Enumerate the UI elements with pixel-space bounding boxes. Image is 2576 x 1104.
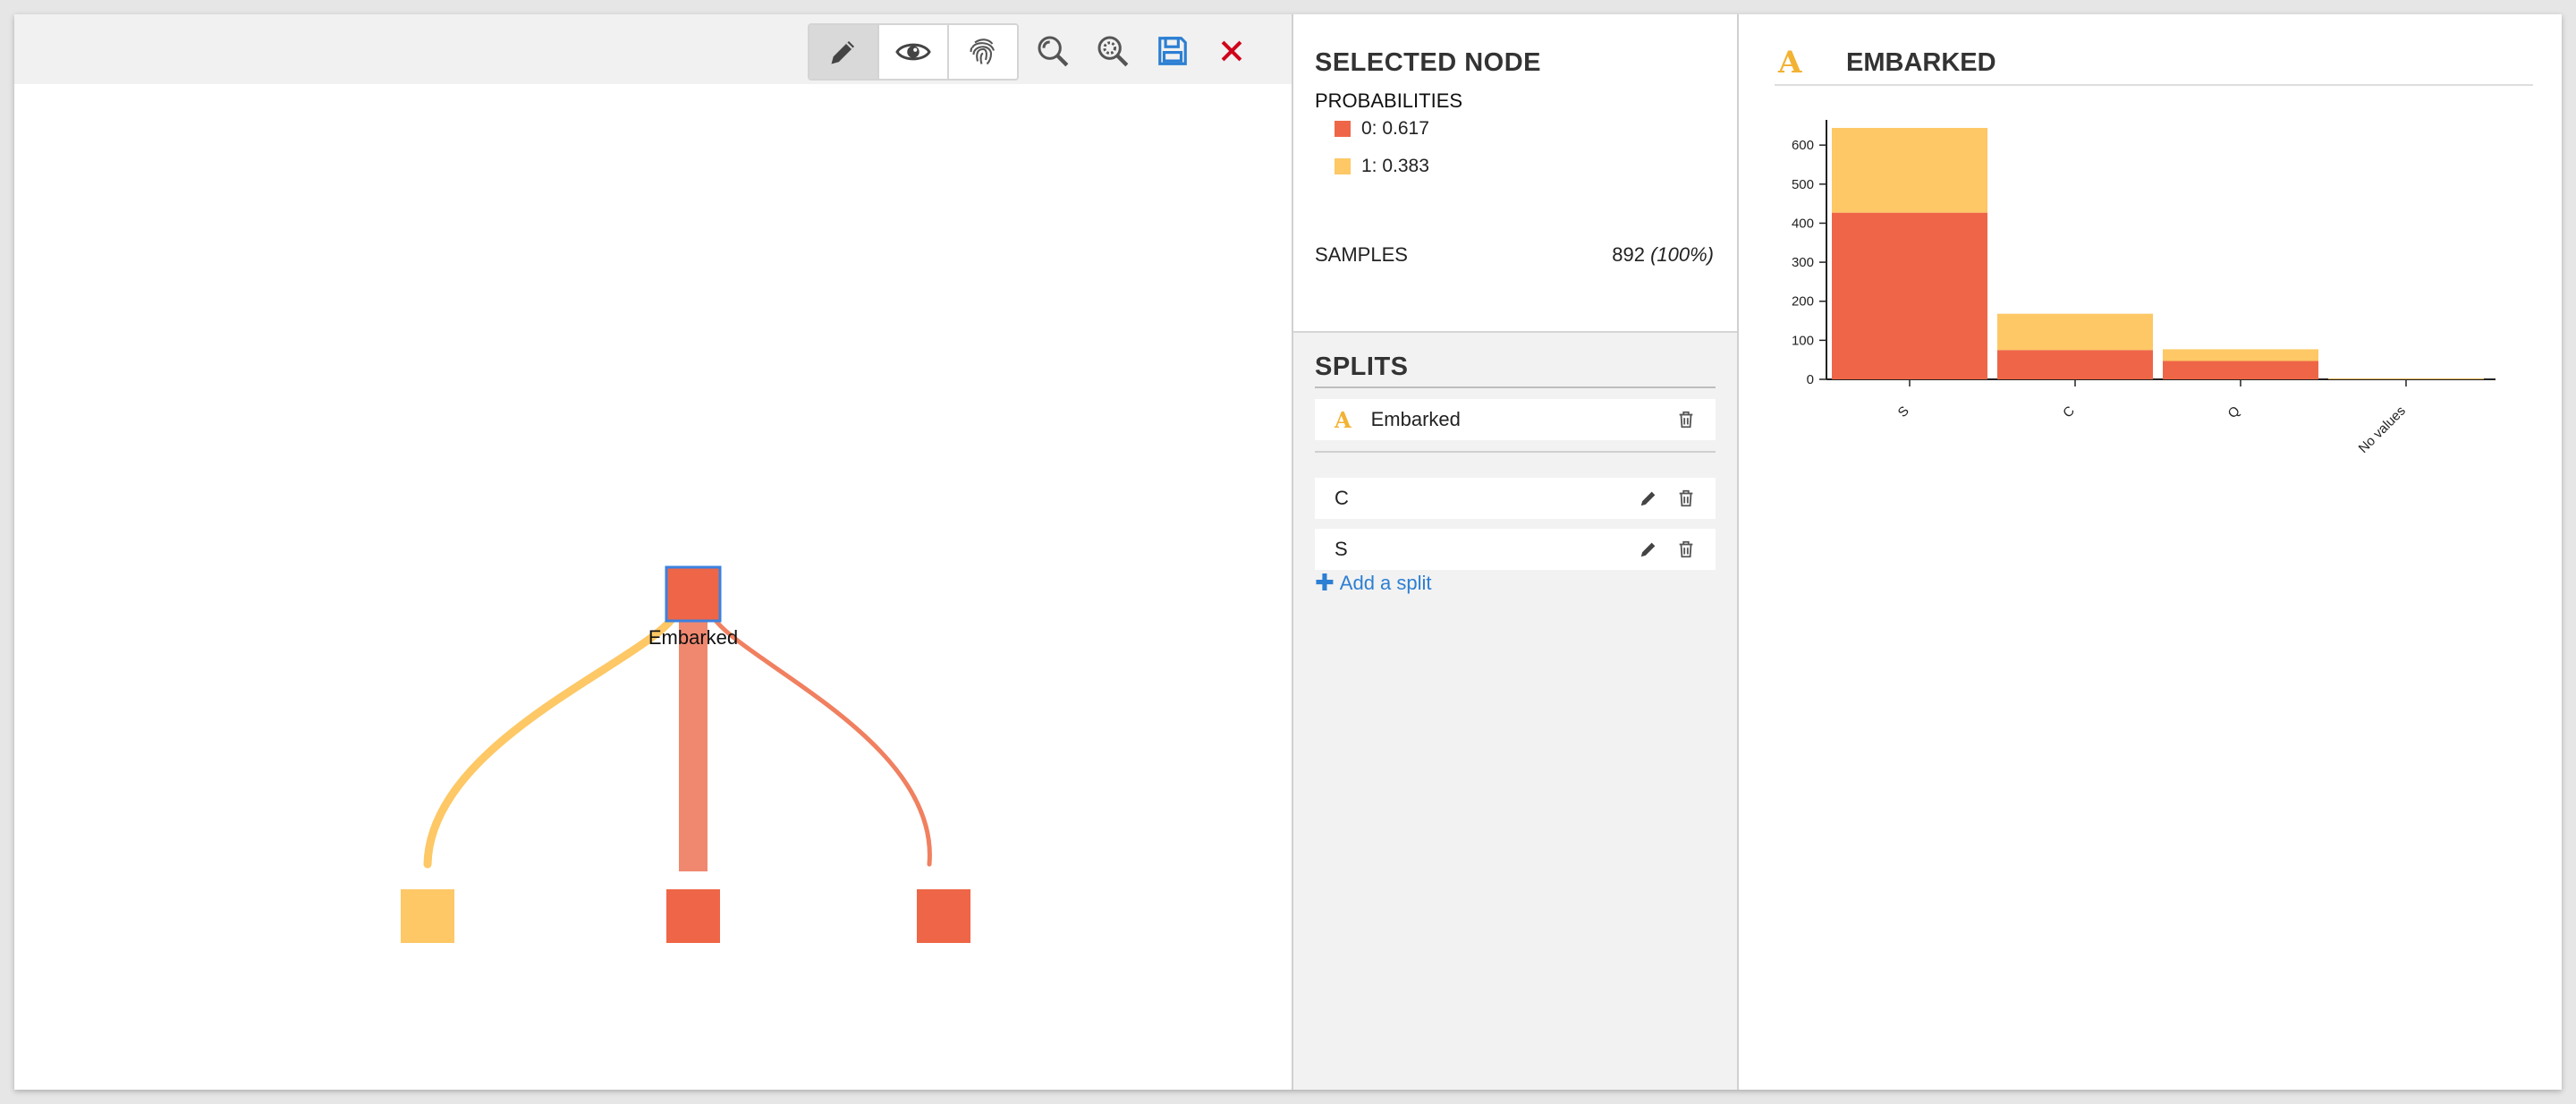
bar-c-class-0 (1997, 350, 2153, 379)
bar-c-class-1 (1997, 313, 2153, 351)
close-button[interactable] (1211, 30, 1252, 72)
bar-no-values-class-1 (2328, 378, 2484, 379)
y-tick-label: 400 (1792, 216, 1814, 231)
decision-tree-editor: Embarked SELECTED NODE PROBABILITIES 0: … (14, 14, 2562, 1090)
eye-icon (895, 43, 931, 61)
x-tick-label: C (2060, 403, 2078, 421)
add-split-link[interactable]: ✚ Add a split (1315, 569, 1432, 597)
feature-title: EMBARKED (1846, 48, 1996, 77)
x-tick-label: No values (2356, 403, 2409, 456)
class-0-swatch (1335, 121, 1351, 137)
split-item[interactable]: C (1315, 478, 1716, 519)
samples-value: 892 (100%) (1612, 243, 1714, 267)
selected-node-title: SELECTED NODE (1315, 48, 1542, 77)
split-feature-row[interactable]: A Embarked (1315, 399, 1716, 440)
probability-label: 0: 0.617 (1361, 118, 1429, 139)
splits-divider (1315, 386, 1716, 388)
fingerprint-icon (970, 38, 996, 65)
save-icon (1158, 37, 1187, 65)
x-tick-label: S (1895, 403, 1912, 420)
categorical-a-icon: A (1335, 406, 1352, 433)
trash-icon (1679, 540, 1693, 558)
bar-q-class-1 (2163, 349, 2318, 361)
root-node[interactable] (665, 565, 722, 623)
zoom-fit-icon (1097, 36, 1129, 67)
zoom-in-button[interactable] (1032, 30, 1073, 72)
samples-percent: (100%) (1650, 243, 1714, 266)
y-tick-label: 500 (1792, 177, 1814, 192)
mode-switch (808, 23, 1019, 81)
split-feature-label: Embarked (1370, 408, 1461, 430)
delete-split-button[interactable] (1676, 539, 1696, 559)
tree-panel: Embarked (14, 14, 1293, 1090)
leaf-node-left[interactable] (401, 889, 454, 943)
bar-s-class-1 (1832, 127, 1987, 213)
delete-feature-split-button[interactable] (1676, 410, 1696, 429)
probabilities-heading: PROBABILITIES (1315, 89, 1463, 112)
zoom-fit-button[interactable] (1092, 30, 1133, 72)
y-tick-label: 100 (1792, 333, 1814, 348)
split-item-label: C (1335, 487, 1349, 509)
root-node-label: Embarked (648, 626, 739, 649)
probability-label: 1: 0.383 (1361, 156, 1429, 176)
pencil-icon (1640, 491, 1656, 506)
splits-title: SPLITS (1315, 352, 1409, 381)
edit-split-button[interactable] (1639, 488, 1658, 508)
tree-edge-right[interactable] (708, 609, 932, 867)
histogram-svg: 0 100 200 300 400 500 600 S C Q No values (1792, 120, 2496, 456)
class-1-swatch (1335, 158, 1351, 174)
x-tick-label: Q (2225, 403, 2243, 421)
delete-split-button[interactable] (1676, 488, 1696, 508)
leaf-node-middle[interactable] (666, 889, 720, 943)
y-tick-label: 200 (1792, 294, 1814, 310)
tree-graph (401, 565, 970, 943)
pencil-icon (831, 41, 854, 64)
probability-row: 0: 0.617 (1335, 118, 1429, 140)
tree-edge-left[interactable] (423, 607, 681, 869)
tree-edge-middle[interactable] (679, 621, 708, 871)
plus-icon: ✚ (1315, 569, 1335, 596)
split-item[interactable]: S (1315, 529, 1716, 570)
feature-panel: A EMBARKED 0 100 200 300 400 500 600 S C Q No valu… (1739, 14, 2562, 1090)
selected-node-section: SELECTED NODE PROBABILITIES 0: 0.617 1: … (1293, 14, 1737, 333)
leaf-node-right[interactable] (917, 889, 970, 943)
fingerprint-mode-button[interactable] (949, 25, 1017, 79)
tree-canvas[interactable]: Embarked (14, 84, 1292, 1090)
view-mode-button[interactable] (879, 25, 949, 79)
zoom-in-icon (1038, 36, 1069, 67)
probability-row: 1: 0.383 (1335, 156, 1429, 177)
categorical-a-icon: A (1778, 45, 1802, 81)
trash-icon (1679, 489, 1693, 507)
edit-split-button[interactable] (1639, 539, 1658, 559)
y-tick-label: 300 (1792, 255, 1814, 270)
trash-icon (1679, 411, 1693, 429)
details-panel: SELECTED NODE PROBABILITIES 0: 0.617 1: … (1293, 14, 1739, 1090)
add-split-label: Add a split (1339, 571, 1432, 594)
split-separator (1315, 451, 1716, 453)
bar-s-class-0 (1832, 212, 1987, 379)
save-button[interactable] (1152, 30, 1193, 72)
split-item-label: S (1335, 538, 1348, 560)
edit-mode-button[interactable] (809, 25, 879, 79)
samples-label: SAMPLES (1315, 243, 1408, 266)
y-tick-label: 600 (1792, 138, 1814, 153)
samples-count: 892 (1612, 243, 1645, 266)
feature-histogram: 0 100 200 300 400 500 600 S C Q No values (1739, 104, 2562, 480)
y-tick-label: 0 (1807, 372, 1814, 387)
pencil-icon (1640, 542, 1656, 557)
bar-q-class-0 (2163, 361, 2318, 379)
close-icon (1221, 40, 1242, 62)
feature-divider (1775, 84, 2533, 86)
tree-toolbar (14, 14, 1292, 84)
